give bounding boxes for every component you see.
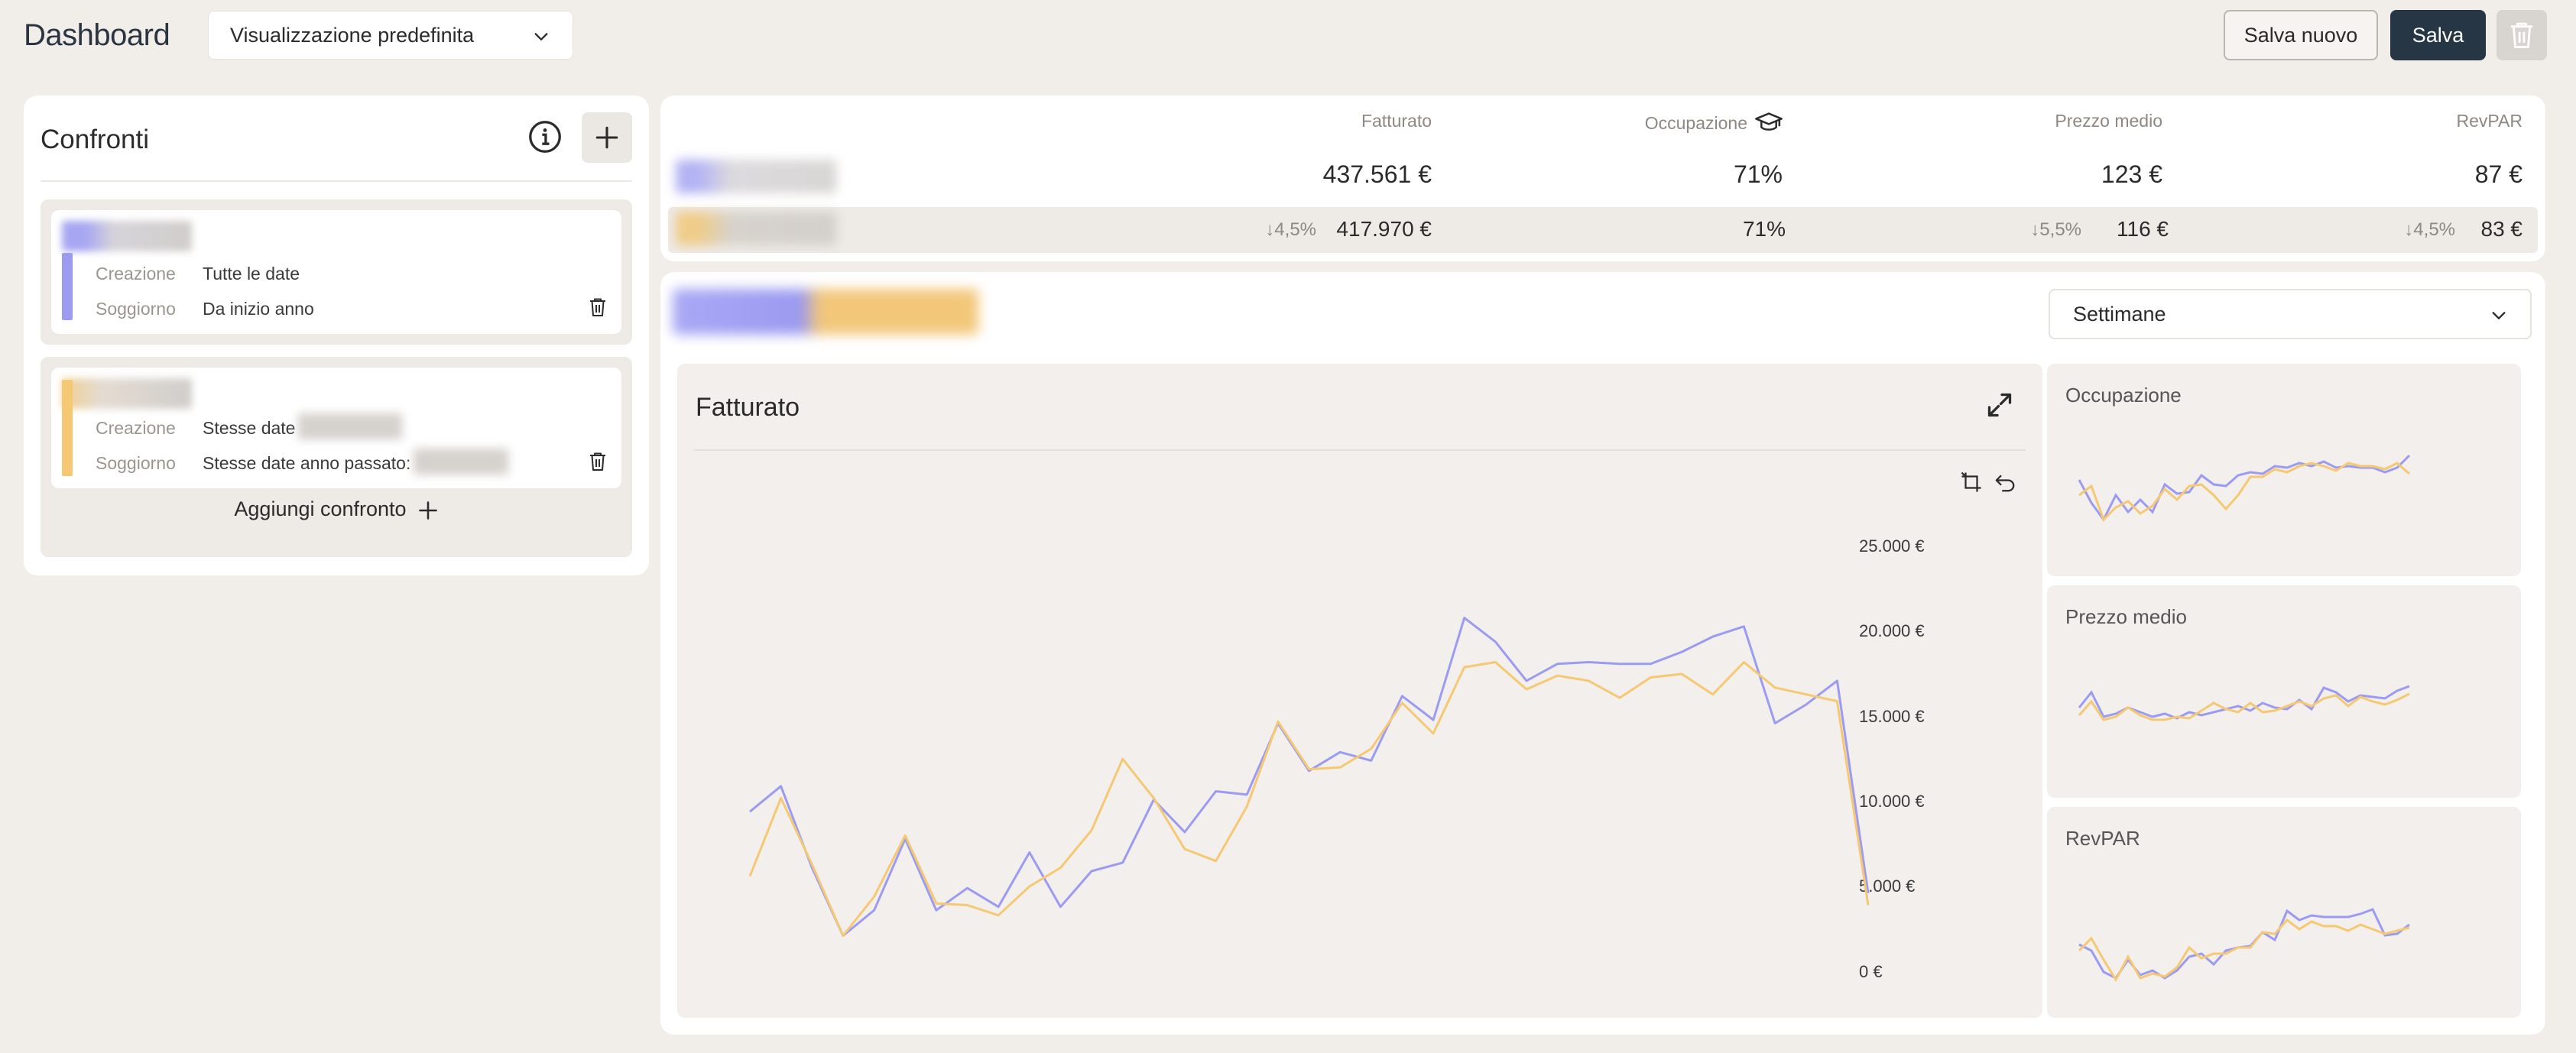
redacted-date — [298, 413, 403, 439]
creation-key: Creazione — [96, 418, 176, 438]
comparison-color-bar — [62, 253, 73, 320]
comparisons-title: Confronti — [41, 125, 150, 154]
creation-value: Stesse date — [203, 418, 296, 438]
charts-panel: Settimane Fatturato 25.000 € 20.000 € 15… — [660, 272, 2545, 1035]
kpi-header-occupancy-label: Occupazione — [1644, 112, 1747, 133]
creation-value: Tutte le date — [203, 264, 300, 284]
occupancy-sparkline — [2078, 454, 2411, 522]
redacted-date — [414, 449, 509, 475]
comparison-creation-row: Creazione Stesse date — [96, 413, 403, 439]
kpi-value: 87 € — [2474, 160, 2522, 188]
stay-key: Soggiorno — [96, 299, 176, 319]
graduation-cap-icon — [1755, 112, 1783, 131]
add-comparison-button[interactable]: Aggiungi confronto — [41, 497, 632, 521]
period-select[interactable]: Settimane — [2049, 289, 2532, 339]
revpar-mini-chart-card[interactable]: RevPAR — [2047, 807, 2521, 1018]
kpi-header-revpar: RevPAR — [2456, 111, 2523, 131]
stay-value: Da inizio anno — [203, 299, 314, 319]
view-select[interactable]: Visualizzazione predefinita — [208, 11, 573, 60]
creation-key: Creazione — [96, 264, 176, 284]
chevron-down-icon — [2492, 312, 2506, 319]
kpi-header-revenue: Fatturato — [1361, 111, 1432, 131]
kpi-delta: ↓4,5% — [1265, 219, 1316, 240]
kpi-row-label-redacted — [676, 160, 836, 193]
kpi-value: 123 € — [2101, 160, 2162, 188]
kpi-value: 71% — [1733, 160, 1783, 188]
kpi-value: 116 € — [2117, 217, 2169, 241]
kpi-delta: ↓5,5% — [2030, 219, 2081, 240]
stay-value: Stesse date anno passato: — [203, 453, 411, 473]
kpi-table: Fatturato Occupazione Prezzo medio RevPA… — [660, 96, 2545, 261]
kpi-delta: ↓4,5% — [2404, 219, 2455, 240]
page-title: Dashboard — [24, 18, 170, 52]
comparison-color-bar — [62, 380, 73, 476]
trash-icon — [2510, 22, 2533, 48]
add-comparison-label: Aggiungi confronto — [234, 497, 407, 520]
save-button[interactable]: Salva — [2390, 10, 2486, 60]
plus-icon — [417, 500, 439, 521]
kpi-header-occupancy: Occupazione — [1645, 111, 1783, 135]
revpar-sparkline — [2078, 908, 2410, 983]
occupancy-mini-chart-card[interactable]: Occupazione — [2047, 364, 2521, 576]
revenue-line-chart[interactable] — [677, 364, 2042, 1018]
view-select-value: Visualizzazione predefinita — [230, 23, 475, 47]
period-select-value: Settimane — [2073, 302, 2166, 326]
comparisons-panel: Confronti Creazione Tutte le date Soggio… — [24, 96, 649, 575]
comparison-stay-row: Soggiorno Stesse date anno passato: — [96, 449, 509, 475]
kpi-value: 437.561 € — [1322, 160, 1432, 188]
comparison-creation-row: Creazione Tutte le date — [96, 264, 300, 284]
stay-key: Soggiorno — [96, 453, 176, 473]
kpi-header-avg-price: Prezzo medio — [2055, 111, 2162, 131]
kpi-row-label-redacted — [676, 212, 836, 245]
plus-icon — [595, 126, 618, 149]
kpi-compare-row — [668, 207, 2538, 253]
add-comparison-icon-button[interactable] — [582, 112, 632, 163]
comparison-item: Creazione Tutte le date Soggiorno Da ini… — [41, 199, 632, 345]
kpi-value: 83 € — [2480, 217, 2523, 241]
comparison-card[interactable]: Creazione Tutte le date Soggiorno Da ini… — [51, 210, 621, 334]
comparison-stay-row: Soggiorno Da inizio anno — [96, 299, 314, 319]
kpi-value: 417.970 € — [1336, 217, 1432, 241]
save-new-button[interactable]: Salva nuovo — [2224, 10, 2378, 60]
trash-icon[interactable] — [588, 297, 608, 317]
avg-price-mini-chart-card[interactable]: Prezzo medio — [2047, 585, 2521, 798]
chevron-down-icon — [534, 33, 548, 40]
comparison-name-redacted — [62, 221, 192, 251]
avg-price-sparkline — [2078, 685, 2410, 721]
trash-icon[interactable] — [588, 452, 608, 471]
divider — [41, 180, 632, 182]
comparison-name-redacted — [62, 378, 192, 409]
info-icon[interactable] — [528, 120, 562, 154]
revenue-series-line-2 — [748, 661, 1870, 937]
comparison-item: Creazione Stesse date Soggiorno Stesse d… — [41, 357, 632, 557]
delete-view-button[interactable] — [2497, 10, 2547, 60]
revenue-chart-card: Fatturato 25.000 € 20.000 € 15.000 € 10.… — [677, 364, 2042, 1018]
kpi-value: 71% — [1742, 217, 1786, 241]
comparison-card[interactable]: Creazione Stesse date Soggiorno Stesse d… — [51, 368, 621, 488]
revenue-series-line-1 — [749, 617, 1870, 937]
series-legend-redacted — [673, 289, 978, 335]
